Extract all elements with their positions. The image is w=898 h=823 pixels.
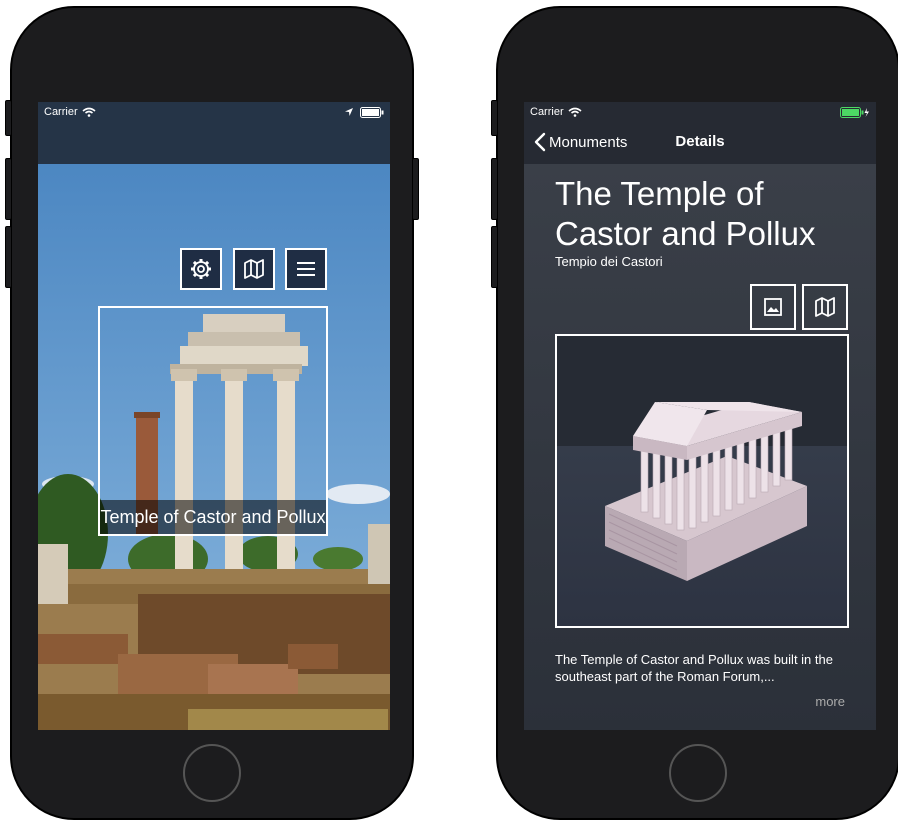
menu-button[interactable]	[285, 248, 327, 290]
volume-down-button	[5, 226, 12, 288]
temple-3d-model	[605, 402, 807, 581]
map-button[interactable]	[802, 284, 848, 330]
left-phone: Carrier Temple of Castor and Pollux	[5, 6, 419, 820]
status-bar: Carrier	[524, 102, 876, 122]
map-button[interactable]	[233, 248, 275, 290]
volume-down-button	[491, 226, 498, 288]
volume-up-button	[5, 158, 12, 220]
power-button	[412, 158, 419, 220]
wifi-icon	[568, 107, 582, 117]
carrier-label: Carrier	[530, 106, 564, 118]
wifi-icon	[82, 107, 96, 117]
status-bar: Carrier	[38, 102, 390, 122]
3d-model-viewer[interactable]	[555, 334, 849, 628]
home-button[interactable]	[183, 744, 241, 802]
carrier-label: Carrier	[44, 106, 78, 118]
volume-up-button	[491, 158, 498, 220]
mute-switch	[5, 100, 12, 136]
monument-description: The Temple of Castor and Pollux was buil…	[555, 652, 833, 684]
map-icon	[815, 297, 835, 317]
image-button[interactable]	[750, 284, 796, 330]
monument-subtitle: Tempio dei Castori	[555, 254, 663, 269]
nav-title: Details	[675, 133, 725, 150]
hamburger-icon	[297, 262, 315, 276]
monument-label[interactable]: Temple of Castor and Pollux	[100, 500, 326, 534]
details-screen: Carrier Monuments Details The Temple of …	[524, 102, 876, 730]
battery-icon	[360, 106, 384, 118]
mute-switch	[491, 100, 498, 136]
camera-view-screen: Carrier Temple of Castor and Pollux	[38, 102, 390, 730]
image-icon	[764, 298, 782, 316]
more-link[interactable]: more	[815, 694, 845, 709]
gear-icon	[191, 259, 211, 279]
home-button[interactable]	[669, 744, 727, 802]
location-arrow-icon	[345, 108, 353, 116]
right-phone: Carrier Monuments Details The Temple of …	[491, 6, 898, 820]
monument-title: The Temple of Castor and Pollux	[555, 175, 816, 252]
top-navbar: Monuments Details	[524, 122, 876, 162]
ar-target-frame[interactable]: Temple of Castor and Pollux	[98, 306, 328, 536]
settings-button[interactable]	[180, 248, 222, 290]
details-content: The Temple of Castor and Pollux Tempio d…	[524, 164, 876, 730]
battery-charging-icon	[840, 106, 869, 118]
map-icon	[244, 259, 264, 279]
